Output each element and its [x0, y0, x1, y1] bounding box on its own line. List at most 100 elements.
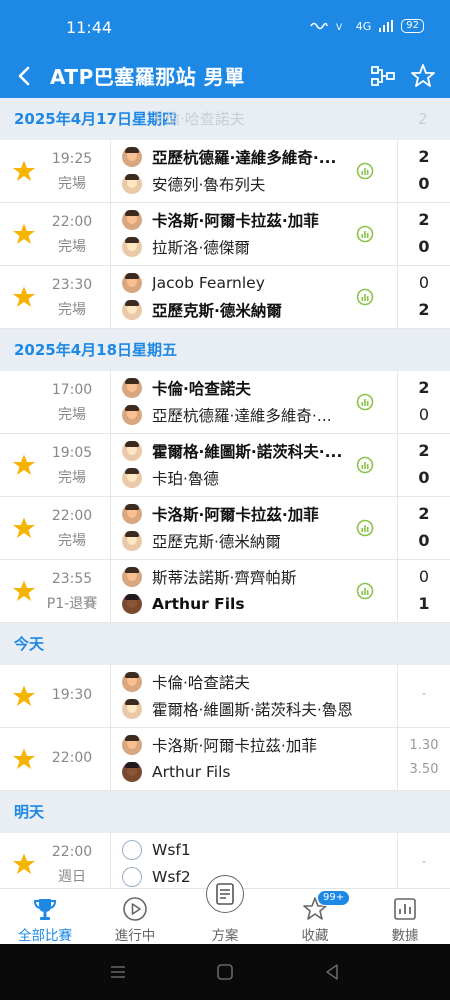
player-name: Wsf1 [152, 841, 191, 859]
star-icon[interactable] [12, 852, 36, 876]
stats-icon[interactable] [356, 582, 374, 600]
match-row[interactable]: 19:05 完場 霍爾格·維圖斯·諾茨科夫·... 卡珀·魯德 2 0 [0, 434, 450, 497]
match-time: 23:55 [51, 571, 93, 587]
nav-all-matches[interactable]: 全部比賽 [0, 889, 90, 944]
player-2: 霍爾格·維圖斯·諾茨科夫·魯恩 [122, 697, 353, 721]
player-name: 拉斯洛·德傑爾 [152, 239, 250, 257]
nav-plans[interactable]: 方案 [180, 875, 270, 944]
title-bar: ATP巴塞羅那站 男單 [0, 54, 450, 98]
menu-icon[interactable] [108, 962, 128, 982]
star-icon[interactable] [12, 579, 36, 603]
star-icon[interactable] [12, 222, 36, 246]
stats-icon[interactable] [356, 393, 374, 411]
stats-icon[interactable] [356, 162, 374, 180]
match-status: 週日 [58, 869, 86, 885]
match-status: 完場 [58, 176, 86, 192]
player-avatar [122, 174, 142, 194]
nav-label: 方案 [211, 928, 239, 944]
date-header: 2025年4月17日星期四 卡倫·哈查諾夫 2 [0, 98, 450, 140]
stats-icon[interactable] [356, 519, 374, 537]
match-row[interactable]: 23:30 完場 Jacob Fearnley 亞歷克斯·德米納爾 0 2 [0, 266, 450, 329]
network-icon: 4G [355, 19, 372, 33]
player-1: 亞歷杭德羅·達維多維奇·... [122, 145, 336, 169]
player-2: 卡珀·魯德 [122, 466, 219, 490]
match-row[interactable]: 22:00 完場 卡洛斯·阿爾卡拉茲·加菲 拉斯洛·德傑爾 2 0 [0, 203, 450, 266]
stats-icon[interactable] [356, 225, 374, 243]
back-arrow-icon[interactable] [12, 62, 38, 90]
player-name: Arthur Fils [152, 595, 245, 613]
player-avatar [122, 300, 142, 320]
system-nav-bar [0, 944, 450, 1000]
star-icon[interactable] [12, 453, 36, 477]
nav-favorites[interactable]: 99+ 收藏 [270, 889, 360, 944]
back-icon[interactable] [322, 962, 342, 982]
signal-icon [379, 20, 394, 32]
player-2: 亞歷杭德羅·達維多維奇·... [122, 403, 332, 427]
player-1: Jacob Fearnley [122, 271, 265, 295]
match-time: 23:30 [51, 277, 93, 293]
star-icon[interactable] [12, 684, 36, 708]
stats-icon[interactable] [356, 456, 374, 474]
score-player-2: 0 [418, 405, 430, 424]
player-name: Jacob Fearnley [152, 274, 265, 292]
player-avatar [122, 867, 142, 887]
player-name: 卡洛斯·阿爾卡拉茲·加菲 [152, 212, 319, 230]
page-title: ATP巴塞羅那站 男單 [50, 65, 245, 89]
player-avatar [122, 147, 142, 167]
score-player-2: 0 [418, 174, 430, 193]
scrolled-player-name: 卡倫·哈查諾夫 [150, 110, 245, 128]
player-1: 卡洛斯·阿爾卡拉茲·加菲 [122, 733, 317, 757]
date-label: 2025年4月18日星期五 [14, 341, 178, 359]
match-row[interactable]: 23:55 P1-退賽 斯蒂法諾斯·齊齊帕斯 Arthur Fils 0 1 [0, 560, 450, 623]
match-status: 完場 [58, 533, 86, 549]
match-time: 22:00 [51, 844, 93, 860]
player-1: 卡倫·哈查諾夫 [122, 376, 251, 400]
score-player-2: 0 [418, 468, 430, 487]
nav-live[interactable]: 進行中 [90, 889, 180, 944]
player-avatar [122, 273, 142, 293]
match-status: 完場 [58, 302, 86, 318]
player-avatar [122, 441, 142, 461]
player-avatar [122, 405, 142, 425]
match-row[interactable]: 17:00 完場 卡倫·哈查諾夫 亞歷杭德羅·達維多維奇·... 2 0 [0, 371, 450, 434]
match-time: 22:00 [51, 750, 93, 766]
player-2: 亞歷克斯·德米納爾 [122, 529, 281, 553]
player-2: Wsf2 [122, 865, 191, 888]
home-icon[interactable] [215, 962, 235, 982]
player-avatar [122, 567, 142, 587]
match-row[interactable]: 19:30 卡倫·哈查諾夫 霍爾格·維圖斯·諾茨科夫·魯恩 - [0, 665, 450, 728]
player-name: 霍爾格·維圖斯·諾茨科夫·... [152, 443, 343, 461]
match-time: 19:30 [51, 687, 93, 703]
player-2: 安德列·魯布列夫 [122, 172, 265, 196]
player-1: 斯蒂法諾斯·齊齊帕斯 [122, 565, 296, 589]
player-name: 卡珀·魯德 [152, 470, 219, 488]
stats-icon[interactable] [356, 288, 374, 306]
player-avatar [122, 237, 142, 257]
match-list[interactable]: 2025年4月17日星期四 卡倫·哈查諾夫 2 19:25 完場 亞歷杭德羅·達… [0, 98, 450, 888]
player-avatar [122, 531, 142, 551]
match-row[interactable]: 22:00 卡洛斯·阿爾卡拉茲·加菲 Arthur Fils 1.30 3.50 [0, 728, 450, 791]
bracket-tree-icon[interactable] [370, 62, 396, 90]
player-avatar [122, 594, 142, 614]
star-icon[interactable] [12, 516, 36, 540]
svg-text:V: V [336, 23, 343, 33]
player-1: 卡洛斯·阿爾卡拉茲·加菲 [122, 208, 319, 232]
star-icon[interactable] [12, 159, 36, 183]
volte-icon: V [336, 23, 343, 33]
odds-player-2: 3.50 [409, 762, 439, 777]
match-time: 17:00 [51, 382, 93, 398]
player-2: 拉斯洛·德傑爾 [122, 235, 250, 259]
match-status: 完場 [58, 407, 86, 423]
star-icon[interactable] [12, 747, 36, 771]
star-icon[interactable] [12, 285, 36, 309]
match-row[interactable]: 19:25 完場 亞歷杭德羅·達維多維奇·... 安德列·魯布列夫 2 0 [0, 140, 450, 203]
favorite-star-icon[interactable] [410, 62, 436, 90]
player-name: 卡洛斯·阿爾卡拉茲·加菲 [152, 506, 319, 524]
trophy-icon [33, 899, 57, 920]
match-row[interactable]: 22:00 完場 卡洛斯·阿爾卡拉茲·加菲 亞歷克斯·德米納爾 2 0 [0, 497, 450, 560]
score-player-2: 0 [418, 531, 430, 550]
nav-data[interactable]: 數據 [360, 889, 450, 944]
player-name: 亞歷克斯·德米納爾 [152, 302, 282, 320]
player-avatar [122, 504, 142, 524]
score-player-2: 1 [418, 594, 430, 613]
